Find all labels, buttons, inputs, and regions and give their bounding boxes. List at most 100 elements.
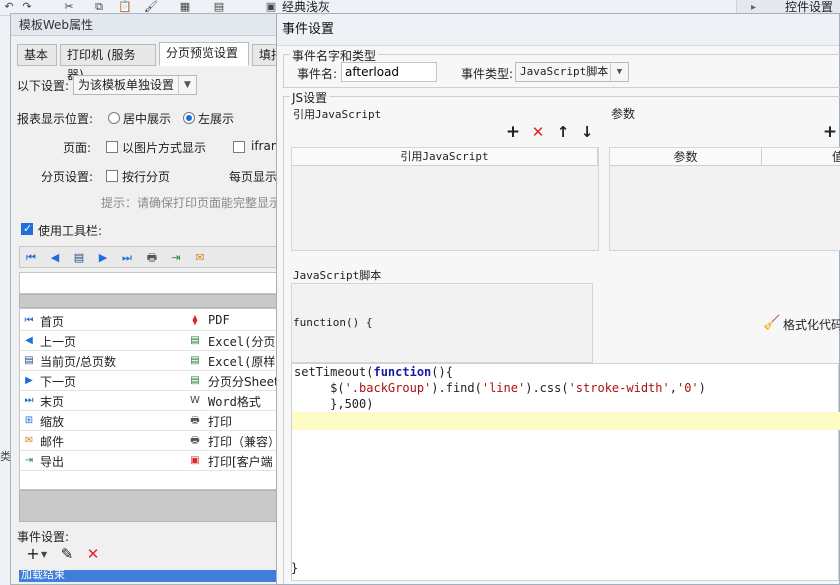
email-icon[interactable]: ✉ — [192, 250, 208, 266]
params-header: 参数 — [610, 148, 762, 166]
list-item-label: 下一页 — [40, 375, 77, 389]
move-up-icon[interactable]: ↑ — [555, 124, 571, 140]
toolbar-preview-blank — [19, 272, 289, 294]
event-settings-dialog: 事件设置 事件名字和类型 事件名: 事件类型: JavaScript脚本 ▼ J… — [276, 13, 840, 585]
cut-icon[interactable]: ✂ — [62, 0, 76, 14]
add-ref-icon[interactable]: + — [505, 124, 521, 141]
tab-printer-server[interactable]: 打印机 (服务器) — [60, 44, 156, 82]
copy-icon[interactable]: ⧉ — [92, 0, 106, 14]
dialog-title: 事件设置 — [277, 14, 839, 46]
list-item[interactable]: ⏭ 末页 W Word格式 — [20, 391, 290, 411]
broom-icon[interactable]: 🧹 — [763, 315, 780, 331]
use-toolbar-checkbox[interactable] — [21, 222, 33, 235]
zoom-icon: ⊞ — [24, 415, 34, 426]
next-page-icon[interactable]: ▶ — [95, 250, 111, 266]
chevron-down-icon: ▼ — [610, 63, 628, 81]
list-item-label: 缩放 — [40, 415, 65, 429]
code-line-1: setTimeout(function(){ — [294, 365, 453, 379]
prev-page-icon[interactable]: ◀ — [47, 250, 63, 266]
brush-icon[interactable]: 🖌 — [144, 0, 158, 14]
event-type-select-value: JavaScript脚本 — [520, 65, 609, 78]
radio-left[interactable] — [183, 112, 195, 124]
function-header: function() { — [293, 316, 373, 329]
page-label: 页面: — [63, 141, 92, 155]
prev-page-icon: ◀ — [25, 335, 33, 346]
word-icon: W — [190, 395, 200, 406]
radio-left-label: 左展示 — [198, 112, 235, 126]
list-item-label: 打印[客户端 — [208, 455, 273, 469]
window-title: 模板Web属性 — [11, 14, 309, 36]
list-item-label: Word格式 — [208, 395, 261, 409]
ref-js-header: 引用JavaScript — [292, 148, 598, 166]
template-web-properties-window: 模板Web属性 基本 打印机 (服务器) 分页预览设置 填报 以下设置: 为该模… — [10, 13, 310, 585]
value-header: 值 — [762, 148, 840, 166]
grid-icon[interactable]: ▦ — [178, 0, 192, 14]
excel-icon: ▤ — [190, 335, 200, 346]
list-footer-bar — [19, 490, 289, 522]
iframe-checkbox[interactable] — [233, 141, 245, 153]
list-item[interactable]: ✉ 邮件 🖶 打印（兼容） — [20, 431, 290, 451]
print-icon[interactable]: 🖶 — [144, 250, 160, 266]
list-item[interactable]: ◀ 上一页 ▤ Excel(分页导 — [20, 331, 290, 351]
setting-select[interactable]: 为该模板单独设置 ▼ — [73, 75, 197, 95]
list-item-label: 邮件 — [40, 435, 65, 449]
list-item-label: 当前页/总页数 — [40, 355, 117, 369]
add-event-icon[interactable]: + — [25, 546, 41, 562]
format-code-button[interactable]: 格式化代码 — [783, 316, 840, 333]
page-count-icon[interactable]: ▤ — [71, 250, 87, 266]
params-label: 参数 — [611, 107, 636, 121]
export-icon[interactable]: ⇥ — [168, 250, 184, 266]
template-icon[interactable]: ▤ — [212, 0, 226, 14]
first-page-icon[interactable]: ⏮ — [23, 250, 39, 266]
theme-icon[interactable]: ▣ — [264, 0, 278, 14]
row-paging-checkbox[interactable] — [106, 170, 118, 182]
script-label: JavaScript脚本 — [293, 269, 382, 282]
page-count-icon: ▤ — [24, 355, 34, 366]
event-name-input[interactable] — [341, 62, 437, 82]
list-item[interactable]: ▶ 下一页 ▤ 分页分Sheet导 — [20, 371, 291, 391]
last-page-icon[interactable]: ⏭ — [119, 250, 135, 266]
hint-text: 提示：请确保打印页面能完整显示 — [101, 196, 282, 210]
code-editor[interactable]: setTimeout(function(){ $('.backGroup').f… — [291, 363, 840, 581]
event-list-item-label: 加载结束 — [21, 570, 65, 581]
last-page-icon: ⏭ — [24, 395, 34, 406]
chevron-down-icon: ▼ — [178, 76, 196, 94]
event-type-select[interactable]: JavaScript脚本 ▼ — [515, 62, 629, 82]
use-toolbar-label: 使用工具栏: — [38, 224, 103, 238]
client-print-icon: ▣ — [190, 455, 200, 466]
list-item[interactable]: ⏮ 首页 ⧫ PDF — [20, 311, 290, 331]
list-item[interactable]: ▤ 当前页/总页数 ▤ Excel(原样导 — [20, 351, 290, 371]
current-line-highlight — [292, 412, 840, 430]
toolbar-separator — [19, 294, 289, 308]
redo-icon[interactable]: ↷ — [20, 0, 34, 14]
add-param-icon[interactable]: + — [822, 124, 838, 141]
radio-center[interactable] — [108, 112, 120, 124]
excel-icon: ▤ — [190, 355, 200, 366]
per-page-label: 每页显示 — [229, 170, 278, 184]
paste-icon[interactable]: 📋 — [118, 0, 132, 14]
setting-label: 以下设置: — [17, 79, 70, 93]
setting-select-value: 为该模板单独设置 — [78, 78, 175, 92]
list-item[interactable]: ⇥ 导出 ▣ 打印[客户端 — [20, 451, 290, 471]
toolbar-preview: ⏮ ◀ ▤ ▶ ⏭ 🖶 ⇥ ✉ — [19, 246, 289, 268]
event-list-item[interactable]: 加载结束 — [19, 570, 289, 582]
first-page-icon: ⏮ — [24, 315, 34, 326]
move-down-icon[interactable]: ↓ — [579, 124, 595, 140]
list-item-label: 打印（兼容） — [208, 435, 281, 449]
ref-js-label: 引用JavaScript — [293, 108, 382, 121]
image-mode-checkbox[interactable] — [106, 141, 118, 153]
params-table: 参数 值 — [609, 147, 840, 251]
list-item[interactable]: ⊞ 缩放 🖶 打印 — [20, 411, 290, 431]
delete-ref-icon[interactable]: ✕ — [530, 124, 546, 140]
code-line-3: },500) — [294, 397, 374, 411]
event-name-label: 事件名: — [297, 67, 338, 81]
edit-icon[interactable]: ✎ — [59, 546, 75, 562]
tab-paging-preview[interactable]: 分页预览设置 — [159, 42, 249, 66]
chevron-down-icon[interactable]: ▼ — [41, 550, 47, 559]
undo-icon[interactable]: ↶ — [2, 0, 16, 14]
delete-icon[interactable]: ✕ — [85, 546, 101, 562]
export-icon: ⇥ — [24, 455, 34, 466]
list-item-label: PDF — [208, 313, 230, 327]
tab-basic[interactable]: 基本 — [17, 44, 57, 66]
email-icon: ✉ — [24, 435, 34, 446]
